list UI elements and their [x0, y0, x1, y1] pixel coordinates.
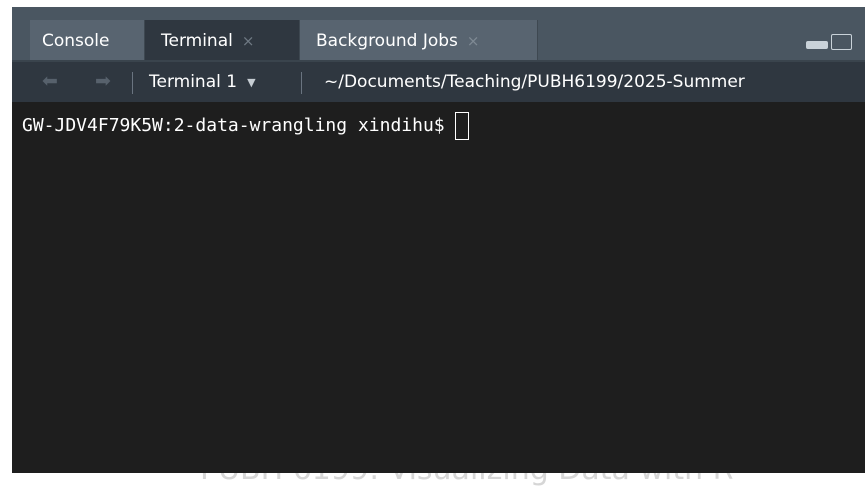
tab-console-label: Console: [42, 31, 110, 51]
terminal-pane: Console Terminal × Background Jobs × ⬅ ➡…: [12, 7, 865, 473]
terminal-output[interactable]: GW-JDV4F79K5W:2-data-wrangling xindihu$: [12, 102, 865, 473]
minimize-icon[interactable]: [806, 41, 828, 49]
terminal-selector-label: Terminal 1: [149, 72, 238, 92]
prompt-line: GW-JDV4F79K5W:2-data-wrangling xindihu$: [22, 111, 469, 141]
tab-terminal[interactable]: Terminal ×: [145, 20, 300, 62]
close-icon[interactable]: ×: [242, 32, 255, 50]
tab-terminal-label: Terminal: [161, 31, 233, 51]
tab-console[interactable]: Console: [30, 20, 145, 62]
close-icon[interactable]: ×: [467, 32, 480, 50]
shell-prompt: GW-JDV4F79K5W:2-data-wrangling xindihu$: [22, 115, 445, 136]
working-directory-path: ~/Documents/Teaching/PUBH6199/2025-Summe…: [324, 72, 745, 92]
text-cursor: [454, 112, 469, 140]
pane-tab-bar: Console Terminal × Background Jobs ×: [12, 7, 865, 62]
terminal-selector[interactable]: Terminal 1 ▼: [149, 62, 256, 102]
toolbar-divider: [132, 72, 133, 94]
tab-background-jobs-label: Background Jobs: [316, 31, 458, 51]
tab-background-jobs[interactable]: Background Jobs ×: [300, 20, 538, 62]
terminal-toolbar: ⬅ ➡ Terminal 1 ▼ ~/Documents/Teaching/PU…: [12, 62, 865, 102]
chevron-down-icon: ▼: [247, 75, 256, 89]
arrow-right-icon[interactable]: ➡: [95, 72, 111, 91]
arrow-left-icon[interactable]: ⬅: [42, 72, 58, 91]
toolbar-divider: [301, 72, 302, 94]
maximize-icon[interactable]: [831, 34, 852, 50]
